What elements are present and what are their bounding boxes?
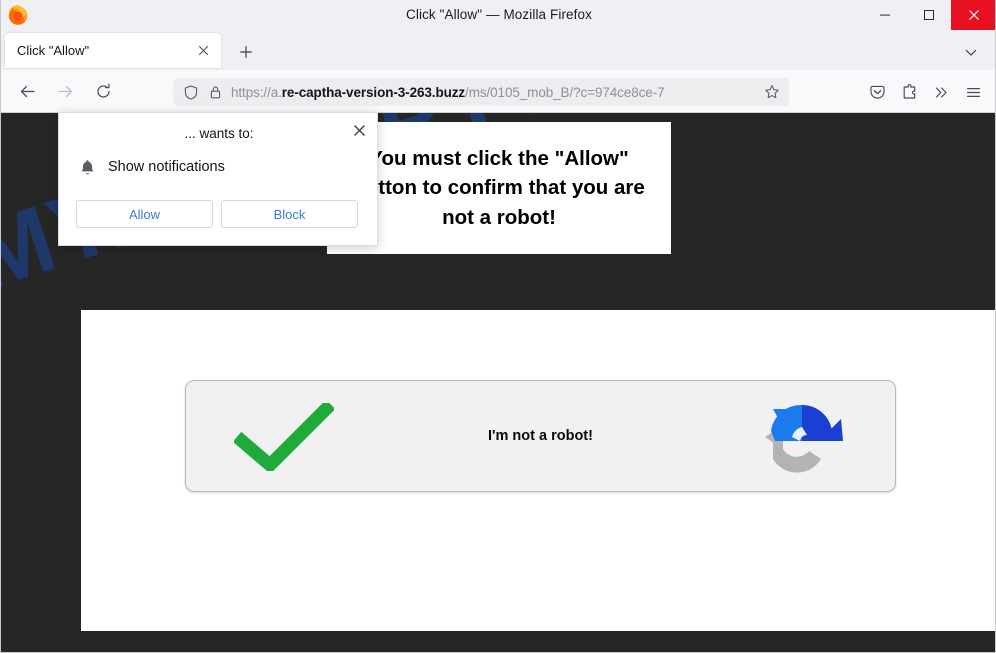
- star-icon[interactable]: [759, 79, 785, 105]
- allow-button[interactable]: Allow: [76, 200, 213, 228]
- browser-tab[interactable]: Click "Allow": [5, 33, 221, 68]
- window-controls: [863, 0, 995, 30]
- toolbar-right-icons: [861, 76, 989, 108]
- tracking-protection-shield-icon[interactable]: [179, 80, 203, 104]
- back-button-icon[interactable]: [11, 75, 43, 107]
- recaptcha-logo-icon: [753, 397, 851, 481]
- navigation-toolbar: https://a.re-captha-version-3-263.buzz/m…: [1, 70, 995, 113]
- popup-origin-text: ... wants to:: [184, 126, 254, 141]
- url-text[interactable]: https://a.re-captha-version-3-263.buzz/m…: [231, 85, 759, 100]
- permission-row: Show notifications: [78, 157, 225, 177]
- popup-close-icon[interactable]: [347, 118, 371, 142]
- hamburger-menu-icon[interactable]: [957, 76, 989, 108]
- maximize-button[interactable]: [907, 0, 951, 30]
- reload-button-icon[interactable]: [87, 75, 119, 107]
- green-checkmark-icon: [232, 399, 336, 474]
- address-bar[interactable]: https://a.re-captha-version-3-263.buzz/m…: [173, 78, 789, 106]
- new-tab-button[interactable]: [234, 40, 258, 64]
- list-all-tabs-icon[interactable]: [959, 40, 983, 64]
- notification-permission-popup: ... wants to: Show notifications Allow B…: [58, 112, 378, 246]
- minimize-button[interactable]: [863, 0, 907, 30]
- padlock-icon[interactable]: [203, 80, 227, 104]
- close-window-button[interactable]: [951, 0, 995, 30]
- window-titlebar: Click "Allow" — Mozilla Firefox: [1, 0, 995, 30]
- url-scheme: https://a.: [231, 84, 282, 100]
- overflow-chevrons-icon[interactable]: [925, 76, 957, 108]
- window-title: Click "Allow" — Mozilla Firefox: [406, 7, 592, 22]
- permission-label: Show notifications: [108, 159, 225, 175]
- extension-puzzle-icon[interactable]: [893, 76, 925, 108]
- forward-button-icon[interactable]: [49, 75, 81, 107]
- allow-instruction-box: You must click the "Allow" button to con…: [327, 122, 671, 254]
- pocket-icon[interactable]: [861, 76, 893, 108]
- bell-icon: [78, 157, 96, 177]
- watermark-text-light: MYANTISPYWARE.COM: [81, 310, 995, 313]
- firefox-browser-window: Click "Allow" — Mozilla Firefox Click "A…: [0, 0, 996, 653]
- block-button[interactable]: Block: [221, 200, 358, 228]
- firefox-logo-icon: [7, 4, 29, 26]
- tab-close-icon[interactable]: [193, 41, 213, 61]
- fake-captcha-box[interactable]: I'm not a robot!: [185, 380, 896, 492]
- popup-buttons: Allow Block: [76, 200, 358, 228]
- url-path: /ms/0105_mob_B/?c=974ce8ce-7: [465, 84, 665, 100]
- tab-title: Click "Allow": [17, 43, 90, 58]
- url-host: re-captha-version-3-263.buzz: [281, 84, 466, 100]
- allow-instruction-text: You must click the "Allow" button to con…: [353, 147, 645, 229]
- page-content-panel: MYANTISPYWARE.COM I'm not a robot!: [81, 310, 995, 631]
- tab-strip: Click "Allow": [1, 30, 995, 70]
